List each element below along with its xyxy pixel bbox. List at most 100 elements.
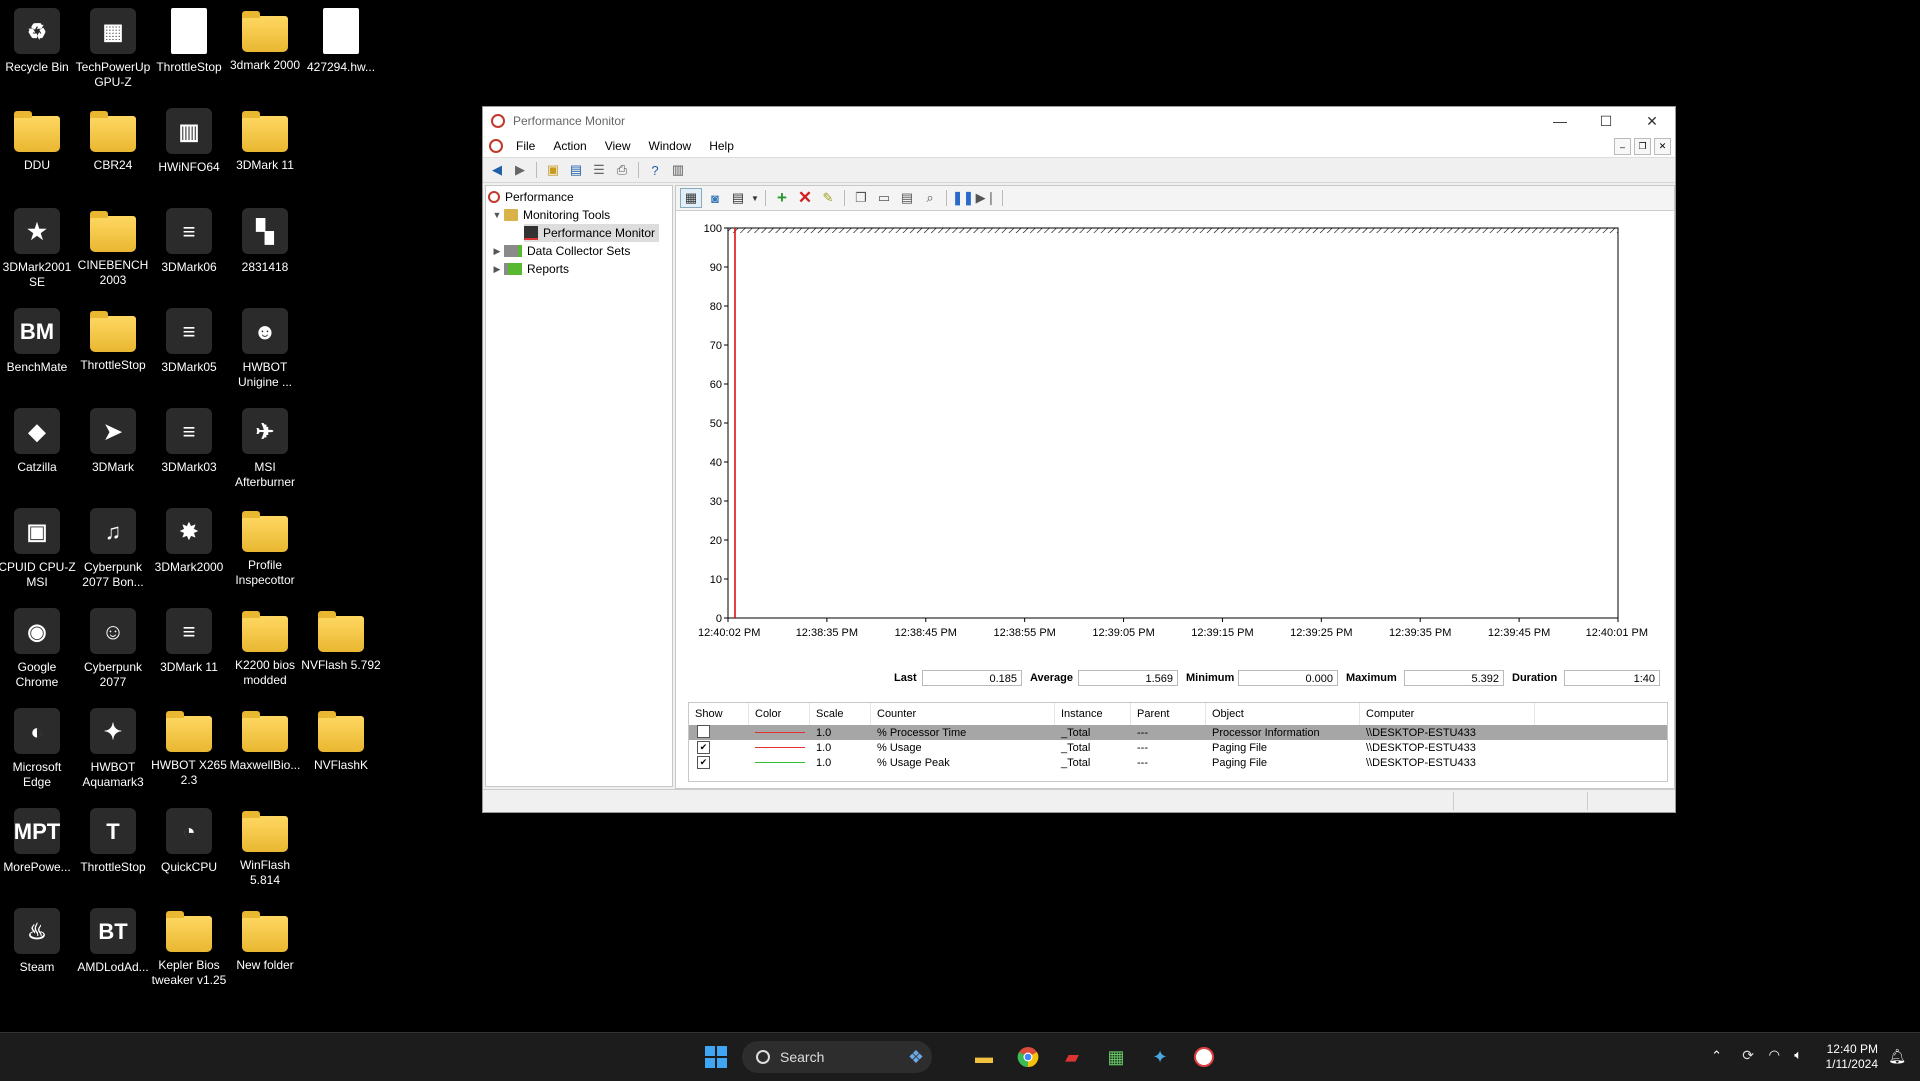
export-list-icon[interactable]: ☰ [589, 161, 609, 179]
show-hide-action-pane-icon[interactable]: ▥ [668, 161, 688, 179]
notification-bell-icon[interactable]: 🔔︎ [1888, 1048, 1906, 1065]
desktop-icon[interactable]: HWBOT X265 2.3 [149, 702, 229, 788]
title-bar[interactable]: Performance Monitor — ☐ ✕ [483, 107, 1675, 135]
volume-icon[interactable]: 🔈︎ [1794, 1047, 1802, 1063]
delete-counter-icon[interactable]: ✕ [795, 188, 815, 207]
desktop-icon[interactable]: Kepler Bios tweaker v1.25 [149, 902, 229, 988]
desktop-icon[interactable]: ✈ MSI Afterburner [225, 402, 305, 490]
desktop-icon[interactable]: ◉ Google Chrome [0, 602, 77, 690]
desktop-icon[interactable]: MPT MorePowe... [0, 802, 77, 875]
desktop-icon[interactable]: MaxwellBio... [225, 702, 305, 773]
col-computer[interactable]: Computer [1360, 703, 1535, 725]
desktop-icon[interactable]: ☺ Cyberpunk 2077 [73, 602, 153, 690]
desktop-icon[interactable]: Profile Inspecottor [225, 502, 305, 588]
desktop-icon[interactable]: CBR24 [73, 102, 153, 173]
col-show[interactable]: Show [689, 703, 749, 725]
checkbox-checked-icon[interactable]: ✔ [697, 756, 710, 769]
wifi-icon[interactable]: ◠ [1769, 1047, 1780, 1063]
desktop-icon[interactable]: ◔ QuickCPU [149, 802, 229, 875]
desktop-icon[interactable]: BM BenchMate [0, 302, 77, 375]
desktop-icon[interactable]: ThrottleStop [73, 302, 153, 373]
chevron-up-icon[interactable]: ⌃ [1711, 1048, 1722, 1064]
mdi-minimize-button[interactable]: – [1614, 138, 1631, 155]
highlight-icon[interactable]: ✎ [818, 189, 838, 207]
tree-node-performance-monitor[interactable]: Performance Monitor [524, 224, 660, 242]
desktop-icon[interactable]: ★ 3DMark2001 SE [0, 202, 77, 290]
up-folder-icon[interactable]: ▣ [543, 161, 563, 179]
desktop-icon[interactable]: 3DMark 11 [225, 102, 305, 173]
desktop-icon[interactable]: ✸ 3DMark2000 [149, 502, 229, 575]
menu-help[interactable]: Help [700, 139, 743, 153]
change-graph-type-icon[interactable]: ▤ [728, 189, 748, 207]
desktop-icon[interactable]: ≡ 3DMark05 [149, 302, 229, 375]
desktop-icon[interactable]: ☻ HWBOT Unigine ... [225, 302, 305, 390]
desktop-icon[interactable]: 3dmark 2000 [225, 2, 305, 73]
counter-legend-table[interactable]: Show Color Scale Counter Instance Parent… [688, 702, 1668, 782]
desktop-icon[interactable]: ≡ 3DMark06 [149, 202, 229, 275]
collapse-chevron-icon[interactable]: ▼ [490, 210, 504, 220]
col-scale[interactable]: Scale [810, 703, 871, 725]
legend-row[interactable]: 1.0 % Processor Time _Total --- Processor In… [689, 724, 1667, 740]
desktop-icon[interactable]: ◆ Catzilla [0, 402, 77, 475]
expand-chevron-icon[interactable]: ▶ [490, 246, 504, 257]
taskbar-search[interactable]: Search ❖ [742, 1041, 932, 1073]
tree-node-reports[interactable]: ▶ Reports [490, 260, 570, 278]
performance-monitor-window[interactable]: Performance Monitor — ☐ ✕ File Action Vi… [482, 106, 1676, 813]
graph-type-dropdown-icon[interactable]: ▼ [751, 189, 759, 207]
show-checkbox[interactable]: ✔ [689, 741, 749, 754]
view-current-activity-icon[interactable]: ▦ [680, 188, 702, 208]
msi-afterburner-taskbar-icon[interactable]: ▰ [1056, 1041, 1088, 1073]
zoom-icon[interactable]: ⌕ [920, 189, 940, 207]
desktop-icon[interactable]: ✦ HWBOT Aquamark3 [73, 702, 153, 790]
col-color[interactable]: Color [749, 703, 810, 725]
legend-row[interactable]: ✔ 1.0 % Usage _Total --- Paging File \\DESKTOP… [689, 740, 1667, 755]
desktop-icon[interactable]: CINEBENCH 2003 [73, 202, 153, 288]
view-log-data-icon[interactable]: ◙ [705, 189, 725, 207]
back-arrow-icon[interactable]: ◀ [487, 161, 507, 179]
desktop-icon[interactable]: ◐ Microsoft Edge [0, 702, 77, 790]
clock[interactable]: 12:40 PM 1/11/2024 [1826, 1042, 1879, 1072]
update-icon[interactable]: ⟳ [1742, 1047, 1754, 1064]
freeze-display-icon[interactable]: ❚❚ [952, 189, 974, 207]
desktop-icon[interactable]: NVFlash 5.792 [301, 602, 381, 673]
desktop-icon[interactable]: ➤ 3DMark [73, 402, 153, 475]
file-explorer-taskbar-icon[interactable]: ▬ [968, 1041, 1000, 1073]
show-checkbox[interactable]: ✔ [689, 756, 749, 769]
properties-icon[interactable]: ▤ [897, 189, 917, 207]
copy-properties-icon[interactable]: ❐ [851, 189, 871, 207]
col-object[interactable]: Object [1206, 703, 1360, 725]
desktop-icon[interactable]: ⚙ ThrottleStop [149, 2, 229, 75]
show-hide-tree-icon[interactable]: ▤ [566, 161, 586, 179]
desktop-icon[interactable]: WinFlash 5.814 [225, 802, 305, 888]
legend-row[interactable]: ✔ 1.0 % Usage Peak _Total --- Paging File \\DE… [689, 755, 1667, 770]
checkbox-checked-icon[interactable]: ✔ [697, 741, 710, 754]
desktop-icon[interactable]: NVFlashK [301, 702, 381, 773]
update-data-icon[interactable]: ▶❘ [976, 189, 997, 207]
menu-action[interactable]: Action [544, 139, 595, 153]
desktop-icon[interactable]: DDU [0, 102, 77, 173]
close-button[interactable]: ✕ [1629, 107, 1675, 135]
col-parent[interactable]: Parent [1131, 703, 1206, 725]
tree-node-data-collector-sets[interactable]: ▶ Data Collector Sets [490, 242, 631, 260]
col-counter[interactable]: Counter [871, 703, 1055, 725]
line-graph[interactable]: 0 10 20 30 40 50 60 70 80 90 100 12:40:02 PM 12:38:… [676, 212, 1674, 662]
chrome-taskbar-icon[interactable] [1012, 1041, 1044, 1073]
desktop-icon[interactable]: ≡ 3DMark03 [149, 402, 229, 475]
desktop-icon[interactable]: BT AMDLodAd... [73, 902, 153, 975]
desktop-icon[interactable]: ▚ 2831418 [225, 202, 305, 275]
desktop-icon[interactable]: New folder [225, 902, 305, 973]
mdi-close-button[interactable]: ✕ [1654, 138, 1671, 155]
col-instance[interactable]: Instance [1055, 703, 1131, 725]
add-counter-icon[interactable]: + [772, 188, 792, 207]
gpu-z-taskbar-icon[interactable]: ▦ [1100, 1041, 1132, 1073]
expand-chevron-icon[interactable]: ▶ [490, 264, 504, 275]
help-icon[interactable]: ? [645, 161, 665, 179]
maximize-button[interactable]: ☐ [1583, 107, 1629, 135]
menu-file[interactable]: File [507, 139, 544, 153]
desktop-icon[interactable]: T ThrottleStop [73, 802, 153, 875]
desktop-icon[interactable]: ♻ Recycle Bin [0, 2, 77, 75]
hwbot-taskbar-icon[interactable]: ✦ [1144, 1041, 1176, 1073]
forward-arrow-icon[interactable]: ▶ [510, 161, 530, 179]
desktop-icon[interactable]: ≡ 3DMark 11 [149, 602, 229, 675]
desktop-icon[interactable]: 427294.hw... [301, 2, 381, 75]
